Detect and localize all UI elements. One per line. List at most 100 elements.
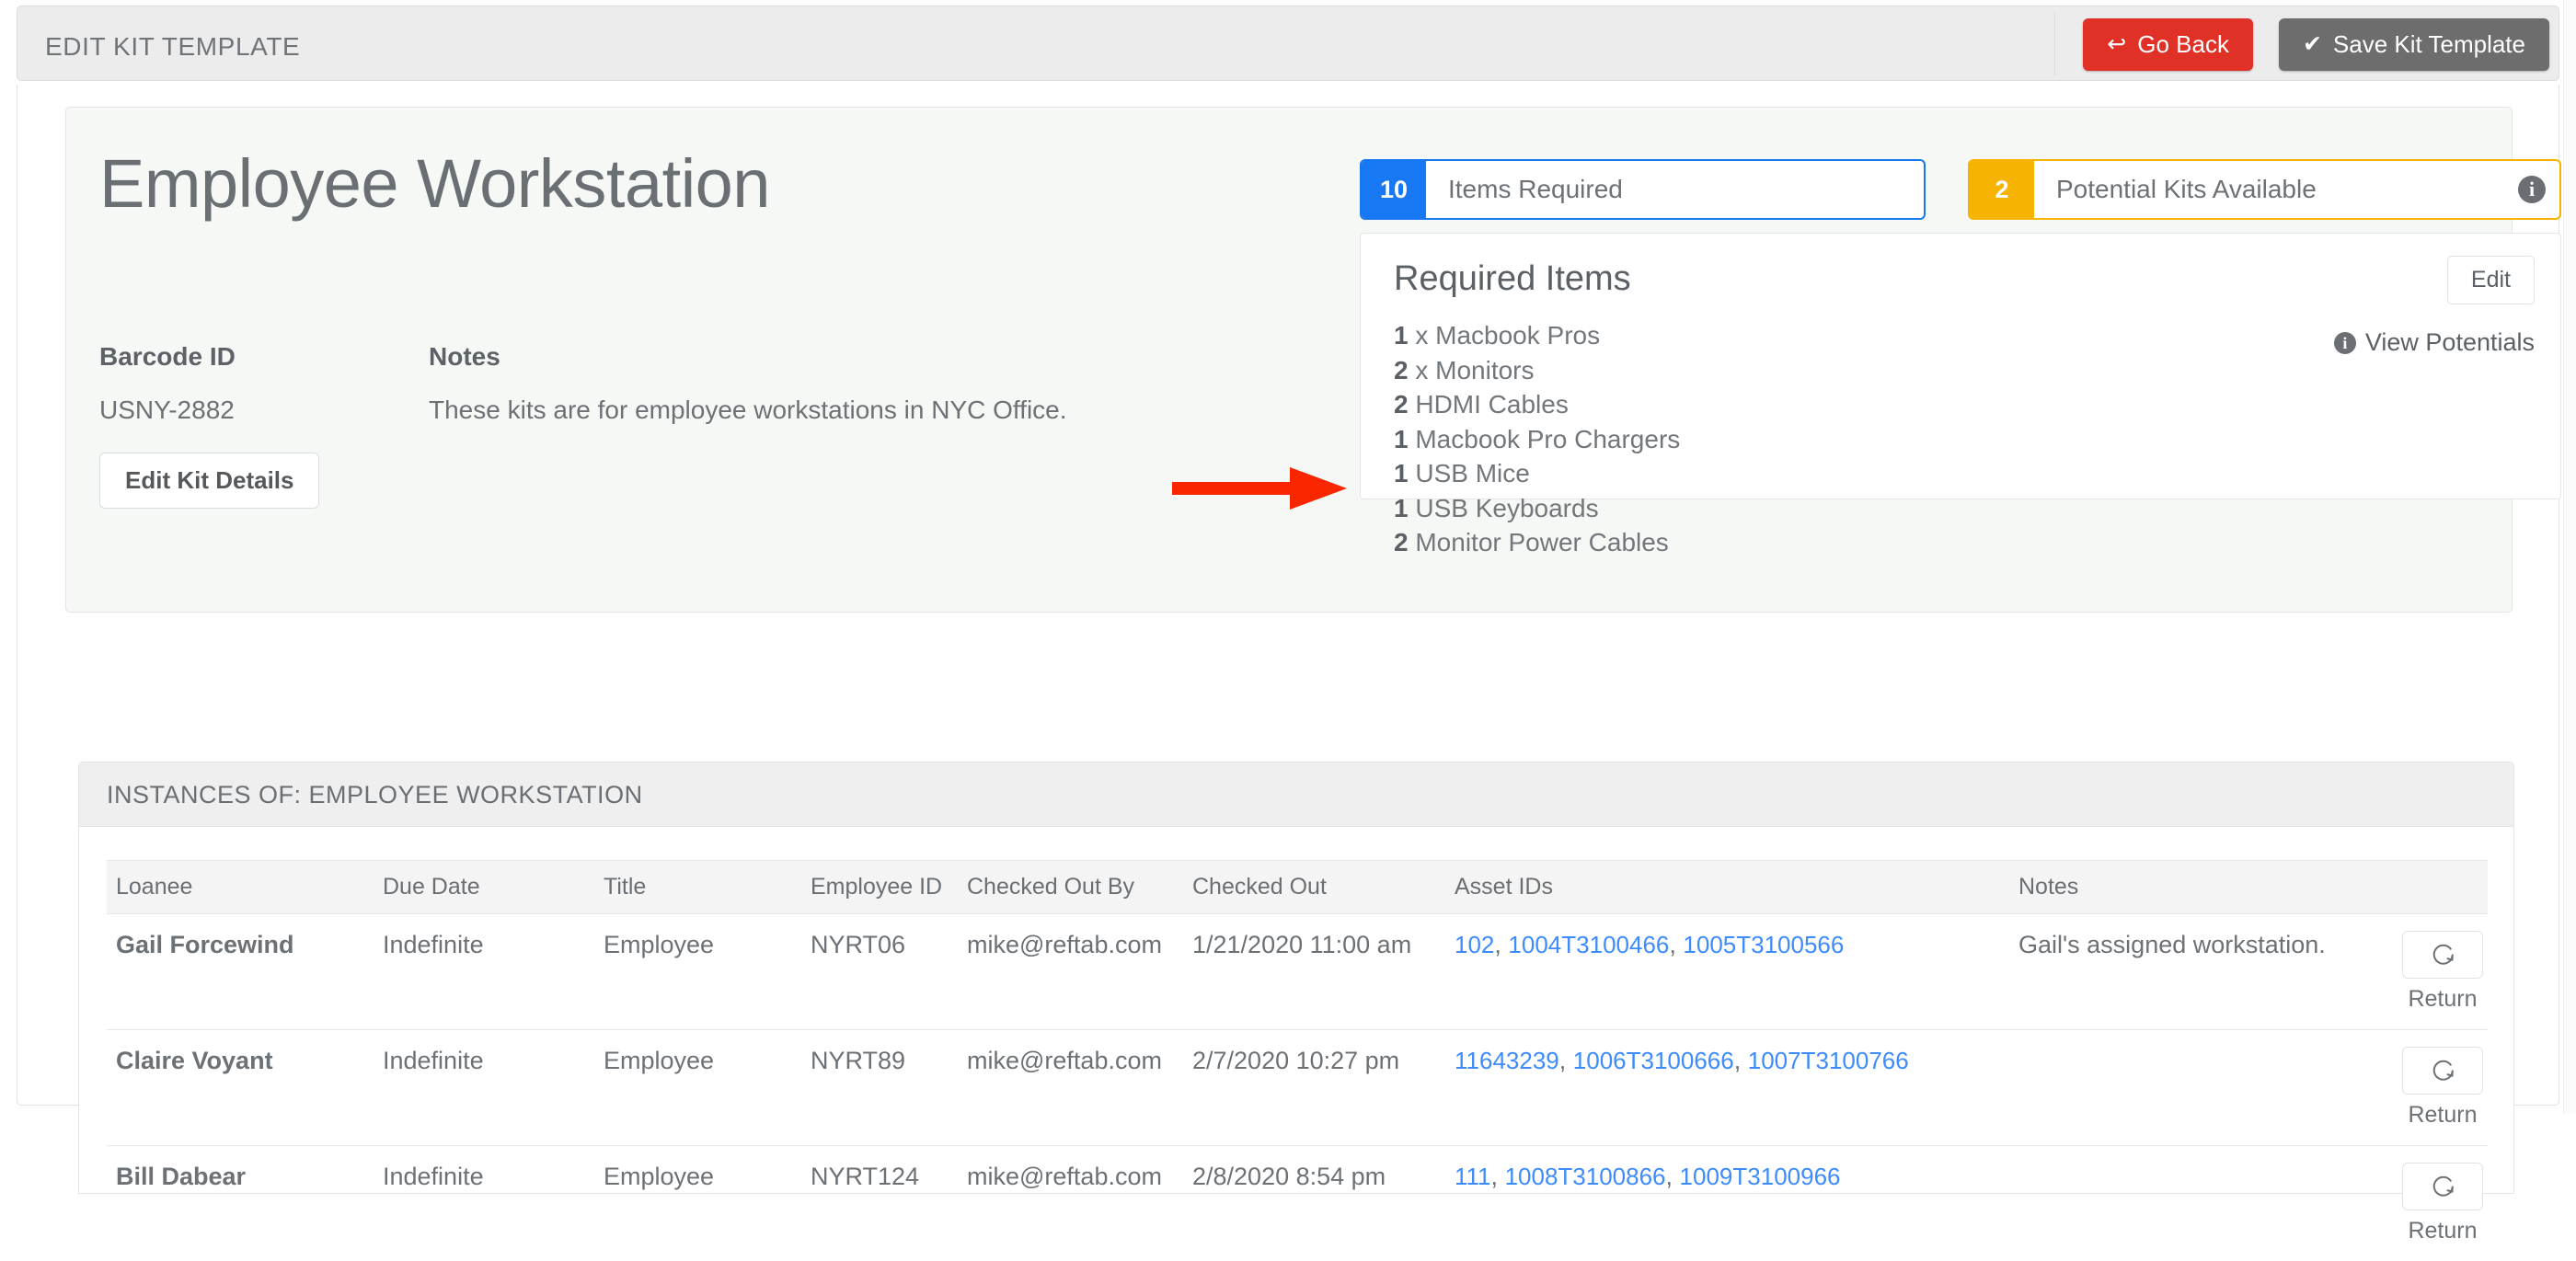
table-row[interactable]: Bill Dabear Indefinite Employee NYRT124 … (107, 1146, 2488, 1261)
refresh-circular-arrow-icon (2429, 1057, 2456, 1084)
cell-employee-id: NYRT89 (801, 1030, 958, 1146)
return-action: Return (2394, 1163, 2491, 1244)
page-scrollbar[interactable] (2563, 0, 2576, 1113)
return-action: Return (2394, 931, 2491, 1013)
column-header-title[interactable]: Title (594, 861, 801, 914)
column-header-checked-out-by[interactable]: Checked Out By (958, 861, 1183, 914)
cell-loanee: Gail Forcewind (107, 914, 374, 1030)
toolbar-actions: ↩ Go Back ✔ Save Kit Template (2054, 12, 2549, 76)
items-required-stat[interactable]: 10 Items Required (1360, 159, 1926, 220)
save-kit-template-label: Save Kit Template (2333, 30, 2525, 59)
required-items-title: Required Items (1394, 259, 1631, 299)
cell-checked-out-by: mike@reftab.com (958, 1030, 1183, 1146)
column-header-checked-out[interactable]: Checked Out (1183, 861, 1445, 914)
asset-id-link[interactable]: 1006T3100666 (1573, 1047, 1734, 1074)
return-action: Return (2394, 1047, 2491, 1129)
top-toolbar: EDIT KIT TEMPLATE ↩ Go Back ✔ Save Kit T… (0, 0, 2576, 81)
top-toolbar-surface: EDIT KIT TEMPLATE ↩ Go Back ✔ Save Kit T… (17, 6, 2559, 81)
list-item: 2 x Monitors (1394, 353, 1680, 388)
potential-kits-stat[interactable]: 2 Potential Kits Available i (1968, 159, 2561, 220)
page-content-card: Employee Workstation Barcode ID USNY-288… (17, 85, 2559, 1106)
column-header-asset-ids[interactable]: Asset IDs (1445, 861, 2009, 914)
table-header-row: Loanee Due Date Title Employee ID Checke… (107, 861, 2488, 914)
asset-id-link[interactable]: 102 (1455, 931, 1494, 958)
return-button[interactable] (2402, 931, 2483, 979)
required-item-name: Macbook Pro Chargers (1415, 425, 1680, 453)
asset-id-link[interactable]: 11643239 (1455, 1047, 1559, 1074)
view-potentials-link[interactable]: i View Potentials (2334, 328, 2535, 357)
table-row[interactable]: Claire Voyant Indefinite Employee NYRT89… (107, 1030, 2488, 1146)
required-item-qty: 1 (1394, 459, 1409, 487)
cell-checked-out-by: mike@reftab.com (958, 1146, 1183, 1261)
instances-header: INSTANCES OF: EMPLOYEE WORKSTATION (79, 762, 2513, 827)
column-header-loanee[interactable]: Loanee (107, 861, 374, 914)
items-required-count: 10 (1362, 161, 1426, 218)
barcode-id-label: Barcode ID (99, 342, 236, 372)
column-header-due-date[interactable]: Due Date (374, 861, 594, 914)
asset-id-link[interactable]: 1005T3100566 (1683, 931, 1844, 958)
list-item: 1 USB Keyboards (1394, 491, 1680, 526)
cell-checked-out: 1/21/2020 11:00 am (1183, 914, 1445, 1030)
required-item-name: x Macbook Pros (1415, 321, 1600, 350)
checkmark-icon: ✔ (2303, 33, 2322, 56)
instances-section: INSTANCES OF: EMPLOYEE WORKSTATION Loane… (78, 762, 2514, 1194)
list-item: 2 Monitor Power Cables (1394, 525, 1680, 560)
view-potentials-label: View Potentials (2365, 328, 2535, 357)
cell-asset-ids: 111, 1008T3100866, 1009T3100966 (1445, 1146, 2009, 1261)
required-items-card: Required Items 1 x Macbook Pros 2 x Moni… (1360, 233, 2561, 499)
list-item: 1 x Macbook Pros (1394, 318, 1680, 353)
cell-due-date: Indefinite (374, 1030, 594, 1146)
required-items-list: 1 x Macbook Pros 2 x Monitors 2 HDMI Cab… (1394, 318, 1680, 560)
return-label: Return (2408, 1218, 2477, 1244)
instances-table: Loanee Due Date Title Employee ID Checke… (107, 860, 2488, 1261)
edit-kit-details-button[interactable]: Edit Kit Details (99, 453, 319, 509)
return-button[interactable] (2402, 1047, 2483, 1095)
cell-due-date: Indefinite (374, 914, 594, 1030)
kit-summary-panel: Employee Workstation Barcode ID USNY-288… (65, 107, 2513, 613)
cell-actions: Return (2377, 914, 2488, 1030)
items-required-label: Items Required (1426, 161, 1924, 218)
cell-checked-out-by: mike@reftab.com (958, 914, 1183, 1030)
refresh-circular-arrow-icon (2429, 1173, 2456, 1200)
asset-id-link[interactable]: 1007T3100766 (1748, 1047, 1909, 1074)
cell-employee-id: NYRT06 (801, 914, 958, 1030)
required-item-qty: 1 (1394, 494, 1409, 522)
potential-kits-info-button[interactable]: i (2504, 161, 2559, 218)
return-label: Return (2408, 1102, 2477, 1129)
return-label: Return (2408, 986, 2477, 1013)
asset-id-link[interactable]: 111 (1455, 1163, 1491, 1190)
cell-checked-out: 2/8/2020 8:54 pm (1183, 1146, 1445, 1261)
list-item: 1 Macbook Pro Chargers (1394, 422, 1680, 457)
required-item-qty: 2 (1394, 356, 1409, 384)
column-header-employee-id[interactable]: Employee ID (801, 861, 958, 914)
required-item-qty: 2 (1394, 390, 1409, 418)
column-header-actions (2377, 861, 2488, 914)
potential-kits-label: Potential Kits Available (2034, 161, 2504, 218)
return-button[interactable] (2402, 1163, 2483, 1210)
asset-id-link[interactable]: 1009T3100966 (1680, 1163, 1841, 1190)
table-row[interactable]: Gail Forcewind Indefinite Employee NYRT0… (107, 914, 2488, 1030)
edit-required-items-button[interactable]: Edit (2447, 256, 2535, 304)
required-item-name: Monitor Power Cables (1415, 528, 1668, 556)
asset-id-link[interactable]: 1008T3100866 (1505, 1163, 1666, 1190)
go-back-button[interactable]: ↩ Go Back (2083, 18, 2253, 71)
save-kit-template-button[interactable]: ✔ Save Kit Template (2279, 18, 2549, 71)
list-item: 2 HDMI Cables (1394, 387, 1680, 422)
cell-checked-out: 2/7/2020 10:27 pm (1183, 1030, 1445, 1146)
cell-loanee: Bill Dabear (107, 1146, 374, 1261)
cell-due-date: Indefinite (374, 1146, 594, 1261)
kit-name: Employee Workstation (99, 144, 770, 223)
required-item-qty: 1 (1394, 321, 1409, 350)
kit-notes-label: Notes (429, 342, 500, 372)
asset-id-link[interactable]: 1004T3100466 (1508, 931, 1669, 958)
barcode-id-value: USNY-2882 (99, 395, 235, 425)
required-item-name: USB Mice (1415, 459, 1529, 487)
instances-header-label: INSTANCES OF: EMPLOYEE WORKSTATION (107, 781, 643, 809)
cell-title: Employee (594, 1146, 801, 1261)
kit-notes-value: These kits are for employee workstations… (429, 395, 1067, 425)
go-back-label: Go Back (2137, 30, 2229, 59)
refresh-circular-arrow-icon (2429, 941, 2456, 969)
column-header-notes[interactable]: Notes (2009, 861, 2377, 914)
undo-arrow-icon: ↩ (2107, 33, 2126, 56)
list-item: 1 USB Mice (1394, 456, 1680, 491)
